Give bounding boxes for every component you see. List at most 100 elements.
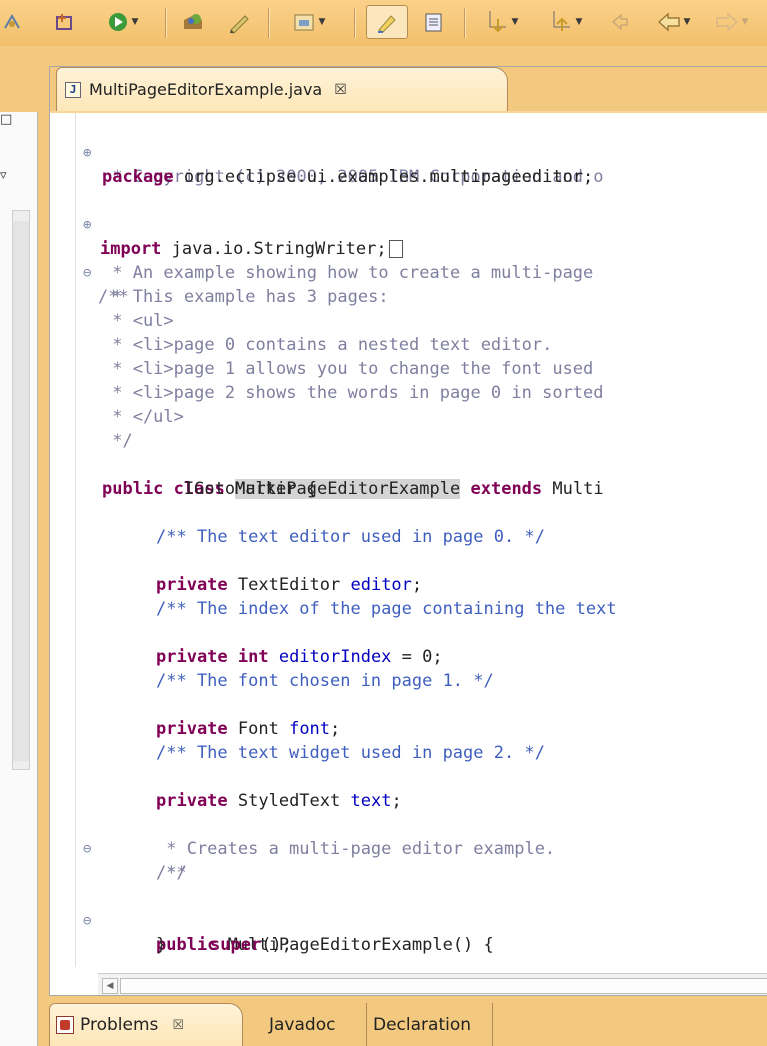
code-line[interactable]: * <li>page 1 allows you to change the fo…	[50, 357, 767, 381]
code-line[interactable]: private TextEditor editor;	[50, 549, 767, 595]
code-line[interactable]: */	[50, 429, 767, 453]
field-name: font	[289, 719, 331, 739]
open-type-icon[interactable]	[180, 9, 208, 35]
code-comment: /** The index of the page containing the…	[156, 599, 617, 619]
code-line[interactable]: /** The text widget used in page 2. */	[50, 741, 767, 765]
code-text: * This example has 3 pages:	[102, 287, 389, 307]
code-line[interactable]: * </ul>	[50, 405, 767, 429]
run-dropdown-icon[interactable]: ▼	[132, 17, 139, 27]
code-line[interactable]: ⊖ /**	[50, 237, 767, 307]
code-text: * <ul>	[102, 311, 174, 331]
left-view-scrollbar[interactable]	[12, 210, 30, 770]
forward-dropdown-icon[interactable]: ▼	[742, 17, 749, 27]
close-icon[interactable]: ☒	[172, 1018, 184, 1033]
code-text: ;	[330, 719, 341, 739]
code-line[interactable]: * An example showing how to create a mul…	[50, 261, 767, 285]
code-line[interactable]: /** The text editor used in page 0. */	[50, 525, 767, 549]
code-line[interactable]: ⊖ /**	[50, 813, 767, 883]
code-text: * An example showing how to create a mul…	[102, 263, 604, 283]
keyword: private	[156, 575, 228, 595]
field-name: editorIndex	[268, 647, 392, 667]
code-line[interactable]: ⊖ public MultiPageEditorExample() {	[50, 885, 767, 955]
horizontal-scrollbar[interactable]: ◀	[98, 973, 767, 995]
left-view-panel: □ ▿	[0, 50, 42, 1046]
toolbar-separator	[165, 8, 166, 38]
open-perspective-icon[interactable]: ▼	[280, 9, 338, 35]
code-line[interactable]: * Creates a multi-page editor example.	[50, 837, 767, 861]
toolbar-separator	[268, 8, 269, 38]
next-annotation-icon[interactable]: ▼	[476, 9, 528, 35]
tab-javadoc-label: Javadoc	[269, 1014, 336, 1035]
toggle-mark-occurrences-icon[interactable]	[366, 5, 408, 39]
code-text: ;	[391, 791, 402, 811]
code-line[interactable]: private int editorIndex = 0;	[50, 621, 767, 667]
code-line[interactable]: ⊕ import java.io.StringWriter;	[50, 189, 767, 259]
last-edit-icon[interactable]	[604, 9, 634, 35]
code-text: * </ul>	[102, 407, 184, 427]
code-line[interactable]: public class MultiPageEditorExample exte…	[50, 453, 767, 499]
toolbar-separator	[354, 8, 355, 38]
show-source-icon[interactable]	[420, 9, 448, 35]
code-line[interactable]: IGotoMarker {	[50, 477, 767, 501]
code-text: ;	[411, 575, 423, 595]
back-dropdown-icon[interactable]: ▼	[684, 17, 691, 27]
back-icon[interactable]: ▼	[648, 9, 698, 35]
code-line[interactable]: package org.eclipse.ui.examples.multipag…	[50, 141, 767, 187]
build-icon[interactable]	[2, 9, 22, 35]
horizontal-scroll-thumb[interactable]	[120, 978, 767, 994]
code-line[interactable]: * This example has 3 pages:	[50, 285, 767, 309]
next-annotation-dropdown-icon[interactable]: ▼	[512, 17, 519, 27]
code-line[interactable]: super();	[50, 909, 767, 955]
previous-annotation-dropdown-icon[interactable]: ▼	[576, 17, 583, 27]
tab-javadoc[interactable]: Javadoc	[263, 1003, 367, 1046]
code-line[interactable]: * <li>page 2 shows the words in page 0 i…	[50, 381, 767, 405]
java-file-icon: J	[65, 81, 81, 98]
code-text: Font	[227, 719, 290, 739]
code-text: }	[156, 935, 167, 955]
edit-icon[interactable]	[225, 9, 253, 35]
code-text: TextEditor	[227, 575, 351, 595]
tab-declaration[interactable]: Declaration	[367, 1003, 493, 1046]
scroll-left-icon[interactable]: ◀	[102, 978, 118, 994]
tab-problems-label: Problems	[80, 1015, 159, 1035]
left-view-scroll-thumb[interactable]	[13, 221, 29, 761]
run-icon[interactable]: ▼	[95, 9, 149, 35]
code-text: * <li>page 0 contains a nested text edit…	[102, 335, 553, 355]
toolbar-separator	[464, 8, 465, 38]
code-line[interactable]: * <li>page 0 contains a nested text edit…	[50, 333, 767, 357]
previous-annotation-icon[interactable]: ▼	[540, 9, 592, 35]
code-text: */	[156, 863, 187, 883]
code-line[interactable]: }	[50, 933, 767, 957]
code-line[interactable]: ⊕ * Copyright (c) 2000, 2005 IBM Corpora…	[50, 117, 767, 187]
code-text: */	[102, 431, 133, 451]
tab-problems[interactable]: Problems ☒	[49, 1003, 243, 1046]
close-icon[interactable]: ☒	[334, 82, 347, 98]
editor-tab[interactable]: J MultiPageEditorExample.java ☒	[56, 67, 508, 111]
forward-icon[interactable]: ▼	[706, 9, 756, 35]
tab-underline	[50, 111, 767, 113]
minimize-icon[interactable]: □	[0, 112, 18, 130]
code-line[interactable]: */	[50, 861, 767, 885]
field-name: text	[350, 791, 392, 811]
code-line[interactable]: /** The font chosen in page 1. */	[50, 669, 767, 693]
code-text: org.eclipse.ui.examples.multipageeditor;	[173, 167, 594, 187]
keyword: package	[102, 167, 174, 187]
keyword: private	[156, 791, 228, 811]
java-editor: J MultiPageEditorExample.java ☒ ⊕ * Copy…	[49, 66, 767, 996]
new-class-icon[interactable]	[52, 9, 78, 35]
view-menu-icon[interactable]: ▿	[0, 168, 7, 183]
code-text: * <li>page 1 allows you to change the fo…	[102, 359, 604, 379]
code-line[interactable]: /** The index of the page containing the…	[50, 597, 767, 621]
code-line[interactable]: private Font font;	[50, 693, 767, 739]
code-area[interactable]: ⊕ * Copyright (c) 2000, 2005 IBM Corpora…	[50, 117, 767, 967]
editor-tab-title[interactable]: MultiPageEditorExample.java	[89, 80, 322, 99]
open-perspective-dropdown-icon[interactable]: ▼	[319, 17, 326, 27]
field-name: editor	[350, 575, 412, 595]
code-line[interactable]: private StyledText text;	[50, 765, 767, 811]
editor-tab-bar: J MultiPageEditorExample.java ☒	[50, 67, 767, 111]
tab-declaration-label: Declaration	[373, 1014, 472, 1035]
main-toolbar: ▼ ▼ ▼ ▼ ▼ ▼	[0, 0, 767, 46]
code-line[interactable]: * <ul>	[50, 309, 767, 333]
expand-fold-icon[interactable]: ⊕	[83, 213, 97, 237]
code-text: IGotoMarker {	[102, 479, 317, 499]
